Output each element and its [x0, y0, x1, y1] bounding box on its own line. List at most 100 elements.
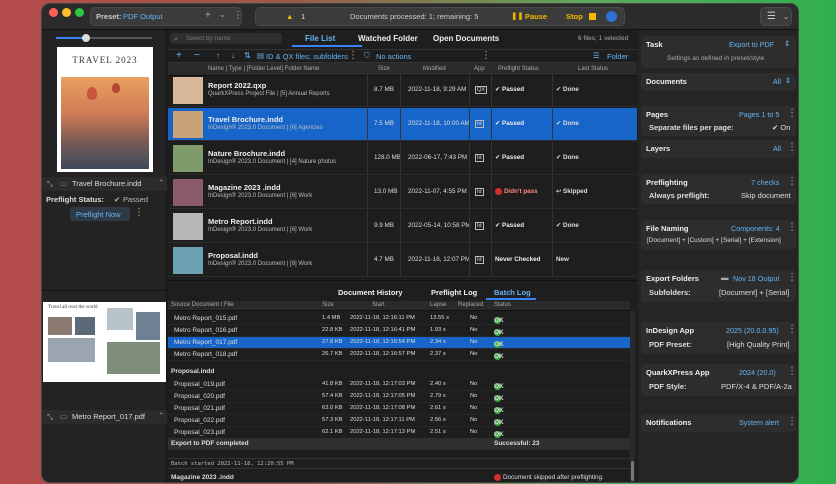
- chevron-icon[interactable]: ⇕: [784, 39, 790, 48]
- layers-value[interactable]: All: [773, 144, 781, 153]
- travel-brochure-thumbnail[interactable]: TRAVEL 2023: [57, 47, 153, 172]
- chevron-icon[interactable]: ⇕: [785, 76, 791, 85]
- more-icon[interactable]: ⋮: [787, 416, 797, 427]
- more-icon[interactable]: ⋮: [787, 272, 797, 283]
- pages-card[interactable]: Pages Pages 1 to 5 ⋮ Separate files per …: [641, 106, 797, 136]
- task-value[interactable]: Export to PDF: [729, 40, 774, 49]
- file-naming-value[interactable]: Components: 4: [731, 224, 780, 233]
- header-name[interactable]: Name | Type | [Folder Level] Folder Name: [208, 66, 319, 72]
- sort-order-icon[interactable]: ☰: [593, 51, 600, 60]
- remove-icon[interactable]: −: [194, 50, 200, 61]
- pdf-preset-value[interactable]: [High Quality Print]: [727, 340, 790, 349]
- export-folders-card[interactable]: Export Folders ▬ Nov 18 Output ⋮ Subfold…: [641, 270, 797, 302]
- scrollbar-thumb[interactable]: [631, 461, 634, 481]
- scrollbar[interactable]: [630, 311, 635, 482]
- pause-button[interactable]: Pause: [525, 12, 547, 21]
- chevron-icon[interactable]: ⌃: [158, 178, 164, 187]
- pages-value[interactable]: Pages 1 to 5: [739, 110, 779, 119]
- file-row[interactable]: Report 2022.qxp QuarkXPress Project File …: [168, 74, 637, 107]
- batch-row[interactable]: Proposal_020.pdf 57.4 KB 2022-11-18, 12:17…: [168, 391, 630, 403]
- batch-last-row[interactable]: Magazine 2023 .indd Document skipped afte…: [168, 472, 630, 482]
- pause-icon[interactable]: ❚❚: [511, 11, 524, 20]
- header-app[interactable]: App: [474, 66, 485, 72]
- tab-preflight-log[interactable]: Preflight Log: [431, 288, 477, 297]
- batch-row[interactable]: Metro Report_017.pdf 27.8 KB 2022-11-18, 1…: [168, 337, 630, 349]
- tab-file-list[interactable]: File List: [305, 34, 335, 43]
- documents-card[interactable]: Documents All ⇕: [641, 73, 796, 91]
- sort-icon[interactable]: ⇅: [244, 51, 251, 60]
- task-card[interactable]: Task Export to PDF ⇕ Settings as defined…: [641, 36, 796, 68]
- tab-batch-log[interactable]: Batch Log: [494, 288, 531, 297]
- doc1-selector[interactable]: ⤡ ▭ Travel Brochure.indd ⌃: [42, 177, 167, 191]
- batch-row[interactable]: Proposal_021.pdf 63.0 KB 2022-11-18, 12:17…: [168, 403, 630, 415]
- file-row[interactable]: Magazine 2023 .indd InDesign® 2023.0 Docu…: [168, 176, 637, 209]
- batch-row[interactable]: Metro Report_018.pdf 26.7 KB 2022-11-18, 1…: [168, 349, 630, 361]
- more-icon[interactable]: ⋮: [787, 176, 797, 187]
- more-icon[interactable]: ⋮: [233, 10, 243, 21]
- more-icon[interactable]: ⋮: [787, 108, 797, 119]
- preflighting-value[interactable]: 7 checks: [751, 178, 779, 187]
- header-modified[interactable]: Modified: [423, 66, 446, 72]
- filter-icon[interactable]: ▤: [257, 51, 264, 60]
- notifications-value[interactable]: System alert: [739, 418, 779, 427]
- chevron-icon[interactable]: ⌄: [219, 10, 226, 19]
- more-icon[interactable]: ⋮: [134, 207, 144, 218]
- indesign-app-card[interactable]: InDesign App 2025 (20.0.0.95) ⋮ PDF Pres…: [641, 322, 797, 354]
- always-preflight-value[interactable]: Skip document: [741, 191, 791, 200]
- preset-selector[interactable]: Preset: PDF Output + ⌄ ⋮: [90, 7, 243, 26]
- add-icon[interactable]: +: [176, 50, 182, 61]
- plus-icon[interactable]: +: [205, 10, 211, 21]
- expand-icon[interactable]: ⤡: [47, 412, 53, 422]
- doc2-selector[interactable]: ⤡ ▭ Metro Report_017.pdf ⌃: [42, 410, 167, 424]
- tab-watched-folder[interactable]: Watched Folder: [358, 34, 418, 43]
- header-size[interactable]: Size: [378, 66, 390, 72]
- file-row[interactable]: Nature Brochure.indd InDesign® 2023.0 Doc…: [168, 142, 637, 175]
- quarkxpress-app-card[interactable]: QuarkXPress App 2024 (20.0) ⋮ PDF Style:…: [641, 364, 797, 396]
- preflight-now-button[interactable]: Preflight Now: [70, 207, 130, 221]
- chevron-icon[interactable]: ⌃: [158, 411, 164, 420]
- stop-icon[interactable]: [589, 13, 596, 20]
- file-naming-card[interactable]: File Naming Components: 4 ⋮ [Document] +…: [641, 220, 797, 250]
- file-row[interactable]: Travel Brochure.indd InDesign® 2023.0 Doc…: [168, 108, 637, 141]
- layers-card[interactable]: Layers All ⋮: [641, 140, 797, 158]
- header-last-status[interactable]: Last Status: [578, 66, 608, 72]
- indesign-app-value[interactable]: 2025 (20.0.0.95): [726, 326, 779, 335]
- sidebar-menu-button[interactable]: ☰ ⌄: [760, 7, 792, 26]
- tab-open-documents[interactable]: Open Documents: [433, 34, 499, 43]
- search-input[interactable]: ⌕ Select by name: [170, 33, 282, 44]
- more-icon[interactable]: ⋮: [481, 50, 491, 61]
- arrow-down-icon[interactable]: ↓: [231, 51, 235, 60]
- subfolders-value[interactable]: [Document] + [Serial]: [719, 288, 789, 297]
- batch-row[interactable]: Metro Report_016.pdf 22.8 KB 2022-11-18, 1…: [168, 325, 630, 337]
- more-icon[interactable]: ⋮: [787, 324, 797, 335]
- batch-row[interactable]: Proposal_022.pdf 57.3 KB 2022-11-18, 12:17…: [168, 415, 630, 427]
- actions-selector[interactable]: No actions: [376, 52, 411, 61]
- funnel-icon[interactable]: ⛉: [364, 51, 370, 61]
- zoom-slider-handle[interactable]: [82, 34, 90, 42]
- more-icon[interactable]: ⋮: [787, 366, 797, 377]
- more-icon[interactable]: ⋮: [787, 142, 797, 153]
- quarkxpress-app-value[interactable]: 2024 (20.0): [739, 368, 776, 377]
- tab-document-history[interactable]: Document History: [338, 288, 403, 297]
- arrow-up-icon[interactable]: ↑: [216, 51, 220, 60]
- zoom-window-button[interactable]: [75, 8, 84, 17]
- documents-value[interactable]: All: [773, 77, 781, 86]
- export-folders-value[interactable]: Nov 18 Output: [733, 274, 779, 283]
- file-row[interactable]: Proposal.indd InDesign® 2023.0 Document |…: [168, 244, 637, 277]
- pdf-style-value[interactable]: PDF/X-4 & PDF/A-2a: [721, 382, 792, 391]
- metro-report-thumbnail[interactable]: Travel all over the world: [43, 302, 166, 382]
- minimize-window-button[interactable]: [62, 8, 71, 17]
- preflighting-card[interactable]: Preflighting 7 checks ⋮ Always preflight…: [641, 174, 797, 204]
- file-filter[interactable]: ID & QX files; subfolders: [266, 52, 348, 61]
- separate-files-value[interactable]: ✔ On: [772, 123, 790, 132]
- expand-icon[interactable]: ⤡: [47, 179, 53, 189]
- file-row[interactable]: Metro Report.indd InDesign® 2023.0 Docume…: [168, 210, 637, 243]
- batch-row[interactable]: Metro Report_015.pdf 1.4 MB 2022-11-18, 12…: [168, 313, 630, 325]
- more-icon[interactable]: ⋮: [787, 222, 797, 233]
- more-icon[interactable]: ⋮: [348, 50, 358, 61]
- stop-button[interactable]: Stop: [566, 12, 583, 21]
- header-preflight[interactable]: Preflight Status: [498, 66, 539, 72]
- batch-row[interactable]: Proposal_019.pdf 41.8 KB 2022-11-18, 12:17…: [168, 379, 630, 391]
- close-window-button[interactable]: [49, 8, 58, 17]
- notifications-card[interactable]: Notifications System alert ⋮: [641, 414, 797, 432]
